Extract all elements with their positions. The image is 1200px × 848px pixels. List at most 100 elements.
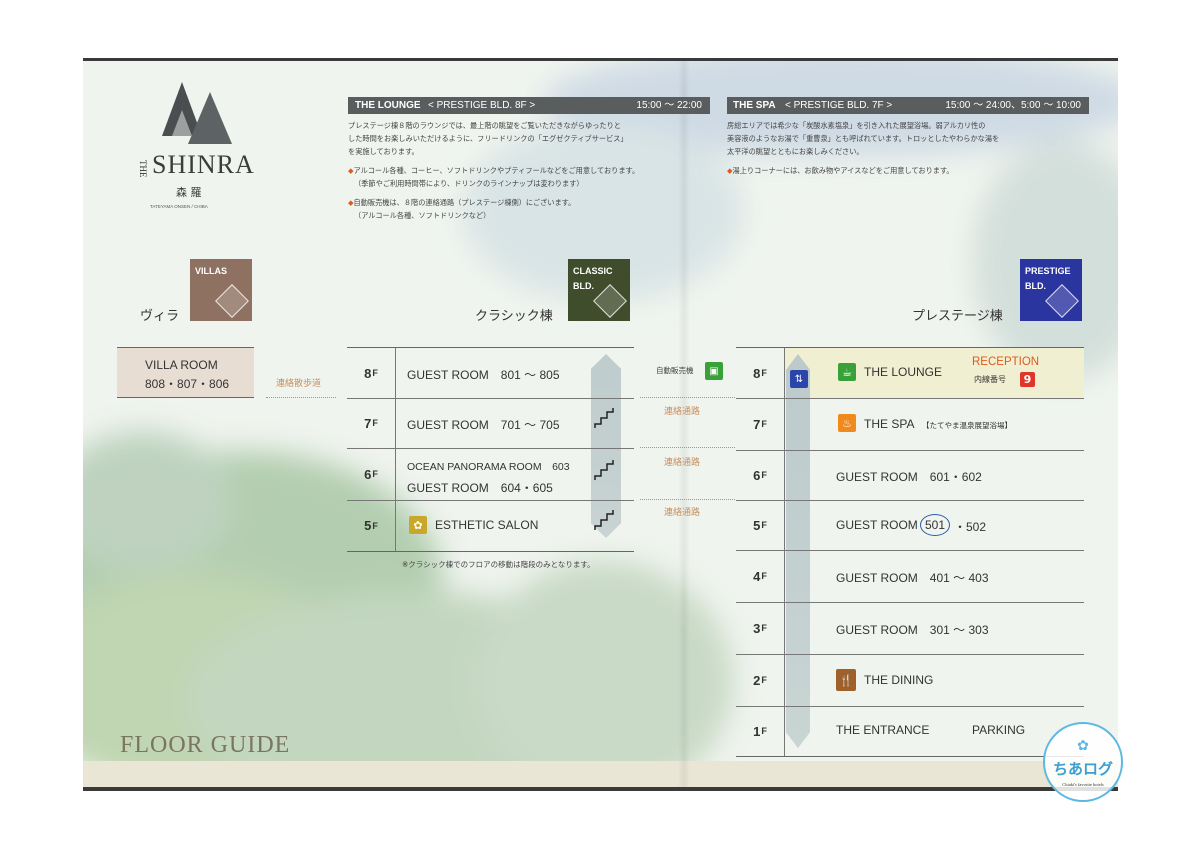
esthetic-icon: ✿: [409, 516, 427, 534]
floor-number: 7: [753, 416, 761, 432]
classic-floor-row: 7F GUEST ROOM 701 ～ 705: [347, 398, 634, 449]
passage-label: 連絡通路: [664, 458, 701, 468]
villas-tag-label: VILLAS: [195, 266, 228, 276]
prestige-name: プレステージ棟: [912, 309, 1003, 324]
prestige-floor-row: 8F ☕ THE LOUNGE RECEPTION 内線番号 9: [736, 348, 1084, 399]
classic-tag: CLASSIC BLD.: [568, 259, 630, 321]
floor-text: GUEST ROOM 301 ～ 303: [836, 623, 989, 637]
floor-number: 7: [364, 415, 372, 431]
floor-number: 3: [753, 620, 761, 636]
classic-name: クラシック棟: [475, 309, 553, 324]
floor-number: 5: [364, 518, 372, 533]
villas-tag: VILLAS: [190, 259, 252, 321]
diamond-icon: [593, 284, 627, 318]
floor-number: 1: [753, 723, 761, 739]
lounge-note-sub: （アルコール各種、ソフトドリンクなど）: [354, 211, 491, 220]
floor-text: THE ENTRANCE: [836, 723, 930, 737]
extension-label: 内線番号: [974, 375, 1006, 384]
villas-name: ヴィラ: [140, 309, 180, 324]
prestige-floor-row: 5F GUEST ROOM 501 ・502: [736, 500, 1084, 551]
spa-line: 太平洋の眺望とともにお楽しみください。: [727, 147, 864, 156]
lounge-header: THE LOUNGE < PRESTIGE BLD. 8F > 15:00 ～ …: [348, 97, 710, 114]
lounge-line: を実施しております。: [348, 147, 419, 156]
spa-note: 湯上りコーナーには、お飲み物やアイスなどをご用意しております。: [732, 166, 954, 175]
lounge-line: した時間をお楽しみいただけるように、フリードリンクの「エグゼクティブサービス」: [348, 134, 628, 143]
lounge-note: アルコール各種、コーヒー、ソフトドリンクやプティフールなどをご用意しております。: [353, 166, 640, 175]
passage-line: [640, 447, 735, 448]
passage-line: [640, 499, 735, 500]
brand-the: THE: [138, 160, 148, 178]
passage-label: 連絡通路: [664, 508, 701, 518]
diamond-icon: [1045, 284, 1079, 318]
walkway-label: 連絡散歩道: [276, 379, 322, 389]
spa-building: < PRESTIGE BLD. 7F >: [785, 100, 893, 111]
floor-number: 5: [753, 517, 761, 533]
floor-number: 4: [753, 568, 761, 584]
prestige-tag: PRESTIGE BLD.: [1020, 259, 1082, 321]
floor-text-2: GUEST ROOM 604・605: [407, 481, 553, 495]
shinra-logo-icon: [162, 82, 232, 144]
lounge-line: プレステージ棟８階のラウンジでは、最上階の眺望をご覧いただきながらゆったりと: [348, 121, 621, 130]
passage-label: 連絡通路: [664, 407, 701, 417]
floor-text: OCEAN PANORAMA ROOM 603: [407, 461, 570, 473]
floor-text: GUEST ROOM: [836, 518, 918, 532]
brand-name: SHINRA: [152, 150, 255, 179]
spa-line: 房総エリアでは希少な「炭酸水素塩泉」を引き入れた展望浴場。弱アルカリ性の: [727, 121, 986, 130]
floor-number: 6: [753, 467, 761, 483]
classic-floor-row: 8F GUEST ROOM 801 ～ 805: [347, 348, 634, 399]
lounge-note-sub: （季節やご利用時間帯により、ドリンクのラインナップは変わります）: [354, 179, 584, 188]
villa-room-box: VILLA ROOM 808・807・806: [117, 347, 254, 398]
spa-line: 美容液のようなお湯で「重曹泉」とも呼ばれています。トロッとしたやわらかな湯を: [727, 134, 1000, 143]
classic-floor-row: 6F OCEAN PANORAMA ROOM 603 GUEST ROOM 60…: [347, 448, 634, 501]
floor-number: 8: [364, 365, 372, 381]
floor-text: THE LOUNGE: [864, 365, 943, 379]
prestige-floor-row: 7F ♨ THE SPA 【たてやま温泉展望浴場】: [736, 398, 1084, 451]
watermark-sub: Chiaki's favorite hotels: [1062, 782, 1104, 787]
spa-header: THE SPA < PRESTIGE BLD. 7F > 15:00 ～ 24:…: [727, 97, 1089, 114]
brand-sub: TATEYAMA ONSEN / CHIBA: [150, 204, 208, 209]
prestige-floor-row: 1F THE ENTRANCE PARKING: [736, 706, 1084, 756]
floor-text-2: PARKING: [972, 723, 1026, 737]
stairs-icon: [594, 510, 614, 530]
prestige-floor-row: 2F 🍴 THE DINING: [736, 654, 1084, 707]
villa-room-numbers: 808・807・806: [145, 377, 230, 391]
reception-label: RECEPTION: [972, 356, 1040, 368]
watermark-flower-icon: ✿: [1077, 738, 1089, 754]
classic-note: ※クラシック棟でのフロアの移動は階段のみとなります。: [402, 560, 595, 569]
classic-tag-label: CLASSIC: [573, 266, 613, 276]
lounge-hours: 15:00 ～ 22:00: [636, 100, 702, 111]
floor-number: 2: [753, 672, 761, 688]
stairs-icon: [594, 408, 614, 428]
passage-line: [640, 397, 735, 398]
prestige-tag-label2: BLD.: [1025, 281, 1046, 291]
floor-text: THE SPA: [864, 417, 915, 431]
extension-number: 9: [1020, 372, 1035, 387]
vending-machine-icon: ▣: [705, 362, 723, 380]
prestige-floor-row: 6F GUEST ROOM 601・602: [736, 450, 1084, 501]
spa-label: THE SPA: [733, 100, 776, 111]
vending-label: 自動販売機: [656, 366, 694, 375]
floor-number: 8: [753, 365, 761, 381]
hot-spring-icon: ♨: [838, 414, 856, 432]
floor-text: GUEST ROOM 401 ～ 403: [836, 571, 989, 585]
floor-text: ESTHETIC SALON: [435, 518, 539, 532]
dining-cutlery-icon: 🍴: [836, 669, 856, 691]
prestige-floor-table: ⇅ 8F ☕ THE LOUNGE RECEPTION 内線番号 9 7F ♨ …: [736, 347, 1084, 757]
spa-subtitle: 【たてやま温泉展望浴場】: [922, 421, 1012, 430]
lounge-label: THE LOUNGE: [355, 100, 421, 111]
floor-text: GUEST ROOM 601・602: [836, 470, 982, 484]
lounge-note: 自動販売機は、８階の連絡通路（プレステージ棟側）にございます。: [353, 198, 576, 207]
spa-hours: 15:00 ～ 24:00、5:00 ～ 10:00: [945, 100, 1081, 111]
classic-tag-label2: BLD.: [573, 281, 594, 291]
floor-text: GUEST ROOM 701 ～ 705: [407, 418, 560, 432]
diamond-icon: [215, 284, 249, 318]
lounge-cup-icon: ☕: [838, 363, 856, 381]
floor-number: 6: [364, 466, 372, 482]
lounge-building: < PRESTIGE BLD. 8F >: [428, 100, 536, 111]
chialog-watermark: ✿ ちあログ Chiaki's favorite hotels: [1043, 722, 1123, 802]
stairs-icon: [594, 460, 614, 480]
page-fold: [678, 61, 690, 787]
floor-guide-title: FLOOR GUIDE: [120, 732, 291, 758]
floor-text-2: ・502: [954, 520, 987, 534]
classic-floor-table: 8F GUEST ROOM 801 ～ 805 7F GUEST ROOM 70…: [347, 347, 634, 552]
